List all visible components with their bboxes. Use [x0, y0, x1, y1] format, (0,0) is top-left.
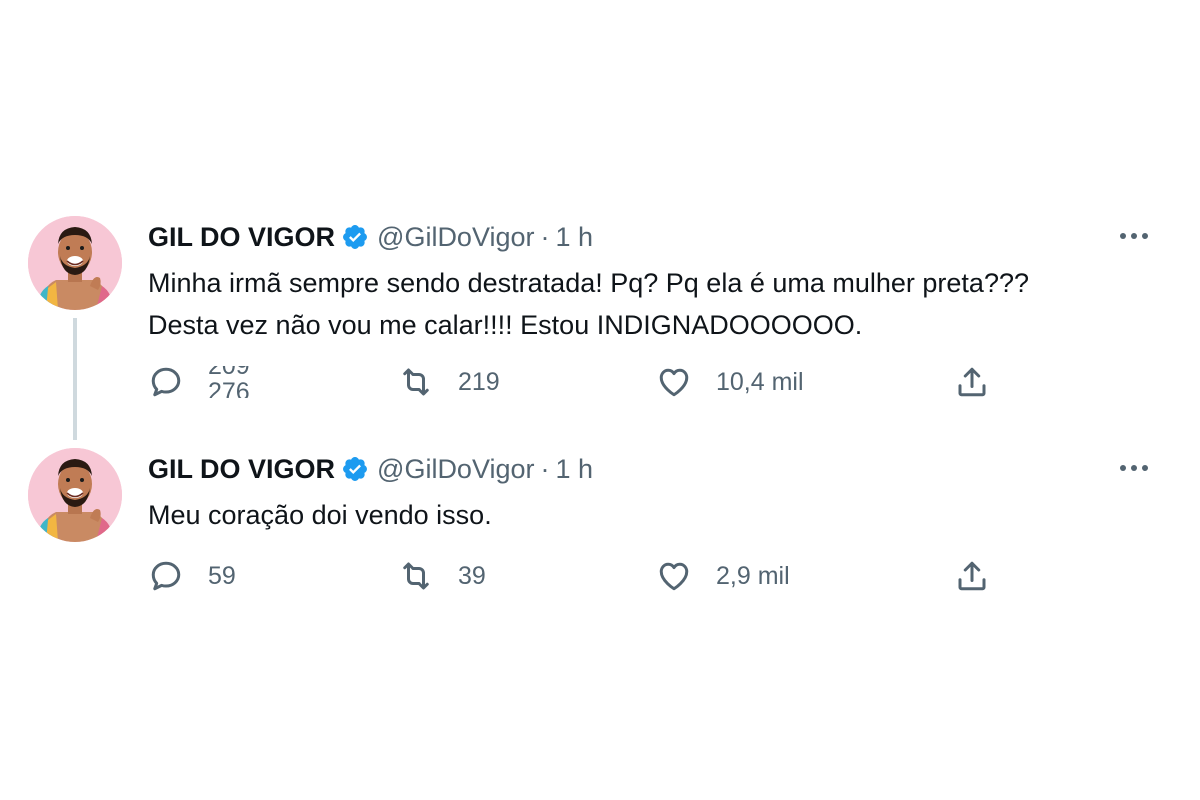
retweet-button[interactable]: 219: [398, 362, 500, 402]
like-button[interactable]: 2,9 mil: [656, 556, 790, 596]
like-count: 10,4 mil: [716, 367, 804, 396]
avatar[interactable]: [28, 448, 122, 542]
author-handle[interactable]: @GilDoVigor: [377, 222, 534, 253]
author-name[interactable]: GIL DO VIGOR: [148, 454, 335, 485]
tweet-header: GIL DO VIGOR @GilDoVigor · 1 h: [148, 452, 593, 486]
timestamp[interactable]: 1 h: [556, 222, 594, 253]
retweet-icon: [398, 558, 434, 594]
separator: ·: [540, 453, 550, 484]
reply-count: 209 276: [208, 366, 268, 398]
share-icon: [954, 364, 990, 400]
tweet-text: Minha irmã sempre sendo destratada! Pq? …: [148, 262, 1128, 346]
author-handle[interactable]: @GilDoVigor: [377, 454, 534, 485]
tweet-text-line: Minha irmã sempre sendo destratada! Pq? …: [148, 268, 1029, 298]
thread-connector-line: [73, 318, 77, 440]
tweet-actions: 209 276 219 10,4 mil: [148, 362, 1028, 402]
retweet-count: 39: [458, 561, 486, 590]
tweet-header: GIL DO VIGOR @GilDoVigor · 1 h: [148, 220, 593, 254]
separator: ·: [540, 221, 550, 252]
more-options-button[interactable]: [1116, 456, 1152, 480]
retweet-icon: [398, 364, 434, 400]
tweet-text: Meu coração doi vendo isso.: [148, 494, 1128, 536]
tweet-actions: 59 39 2,9 mil: [148, 556, 1028, 596]
retweet-count: 219: [458, 367, 500, 396]
avatar-photo: [28, 216, 122, 310]
share-icon: [954, 558, 990, 594]
heart-icon: [656, 558, 692, 594]
author-name[interactable]: GIL DO VIGOR: [148, 222, 335, 253]
heart-icon: [656, 364, 692, 400]
tweet-text-line: Desta vez não vou me calar!!!! Estou IND…: [148, 310, 863, 340]
reply-icon: [148, 558, 184, 594]
verified-badge-icon: [341, 223, 369, 251]
reply-count: 59: [208, 561, 236, 590]
timestamp[interactable]: 1 h: [556, 454, 594, 485]
like-button[interactable]: 10,4 mil: [656, 362, 804, 402]
tweet-text-line: Meu coração doi vendo isso.: [148, 500, 492, 530]
more-icon: [1120, 465, 1126, 471]
share-button[interactable]: [954, 556, 990, 596]
avatar[interactable]: [28, 216, 122, 310]
reply-icon: [148, 364, 184, 400]
like-count: 2,9 mil: [716, 561, 790, 590]
share-button[interactable]: [954, 362, 990, 402]
more-icon: [1120, 233, 1126, 239]
reply-button[interactable]: 59: [148, 556, 236, 596]
avatar-photo: [28, 448, 122, 542]
retweet-button[interactable]: 39: [398, 556, 486, 596]
reply-count-new: 276: [208, 378, 250, 399]
more-options-button[interactable]: [1116, 224, 1152, 248]
verified-badge-icon: [341, 455, 369, 483]
reply-button[interactable]: 209 276: [148, 362, 268, 402]
